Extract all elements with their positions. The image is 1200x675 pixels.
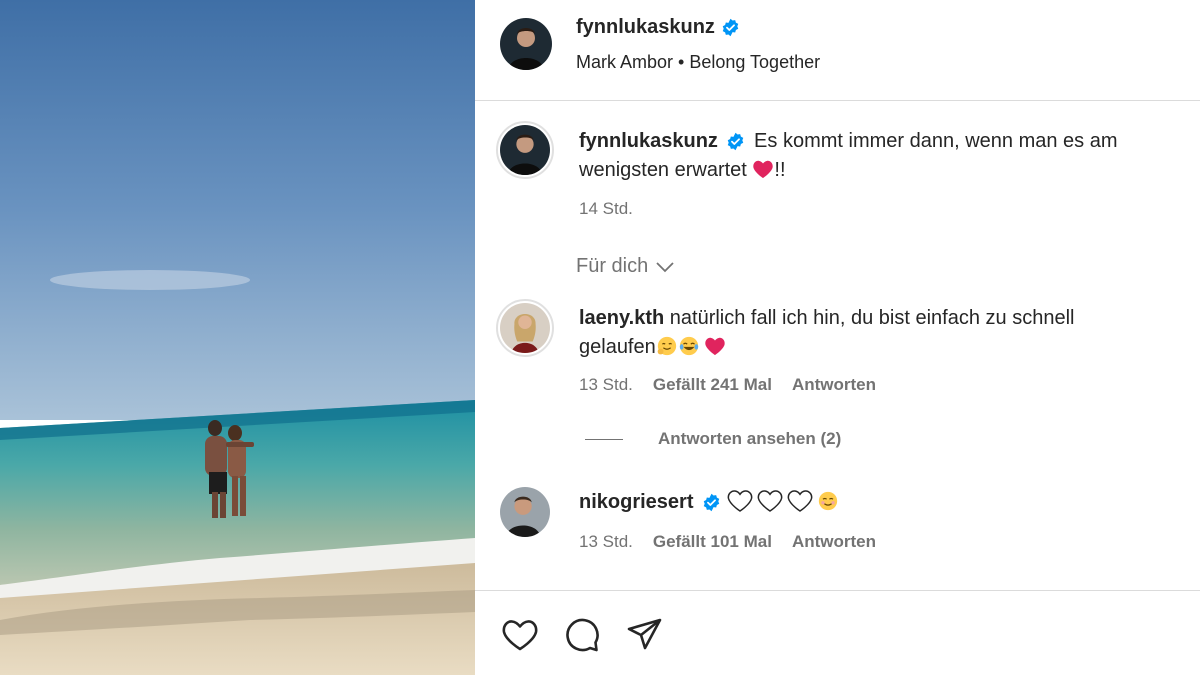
comment-meta: 13 Std. Gefällt 101 Mal Antworten: [579, 532, 876, 552]
caption-avatar[interactable]: [496, 121, 554, 179]
smiling-face-with-tear-emoji-icon: [817, 490, 839, 512]
verified-badge-icon: [726, 132, 745, 151]
post-media[interactable]: [0, 0, 475, 675]
caption-meta: 14 Std.: [579, 199, 633, 219]
divider-line: [585, 438, 623, 440]
comment-avatar[interactable]: [496, 483, 554, 541]
comments-section[interactable]: fynnlukaskunz Es kommt immer dann, wenn …: [475, 101, 1200, 590]
action-bar: [475, 590, 1200, 675]
beach-photo: [0, 0, 475, 675]
comment-text: nikogriesert: [579, 488, 1179, 517]
audio-track[interactable]: Mark Ambor • Belong Together: [576, 52, 820, 73]
reply-button[interactable]: Antworten: [792, 532, 876, 552]
white-heart-emoji-icon: [757, 489, 783, 513]
heart-outline-icon[interactable]: [500, 615, 540, 655]
comment-likes[interactable]: Gefällt 241 Mal: [653, 375, 772, 395]
comment-bubble-icon[interactable]: [562, 615, 602, 655]
comment-time: 13 Std.: [579, 532, 633, 551]
verified-badge-icon: [721, 18, 740, 37]
paper-plane-icon[interactable]: [625, 615, 665, 655]
chevron-down-icon: [656, 261, 674, 272]
red-heart-emoji-icon: [704, 336, 726, 356]
hugging-face-emoji-icon: [656, 335, 678, 357]
comment-username[interactable]: nikogriesert: [579, 491, 693, 513]
author-username[interactable]: fynnlukaskunz: [576, 16, 740, 39]
white-heart-emoji-icon: [727, 489, 753, 513]
caption-time: 14 Std.: [579, 199, 633, 218]
post-header: fynnlukaskunz Mark Ambor • Belong Togeth…: [475, 0, 1200, 101]
white-heart-emoji-icon: [787, 489, 813, 513]
red-heart-emoji-icon: [752, 159, 774, 179]
view-replies-button[interactable]: Antworten ansehen (2): [585, 429, 841, 449]
verified-badge-icon: [702, 493, 721, 512]
tears-of-joy-emoji-icon: [678, 335, 700, 357]
comment-time: 13 Std.: [579, 375, 633, 394]
caption-text: fynnlukaskunz Es kommt immer dann, wenn …: [579, 130, 1118, 181]
comment-likes[interactable]: Gefällt 101 Mal: [653, 532, 772, 552]
comment-avatar[interactable]: [496, 299, 554, 357]
comment-meta: 13 Std. Gefällt 241 Mal Antworten: [579, 375, 876, 395]
comment-sort-dropdown[interactable]: Für dich: [576, 255, 674, 278]
avatar: [500, 487, 550, 537]
caption-username[interactable]: fynnlukaskunz: [579, 130, 718, 152]
avatar: [500, 125, 550, 175]
comment-username[interactable]: laeny.kth: [579, 307, 664, 329]
avatar: [500, 303, 550, 353]
reply-button[interactable]: Antworten: [792, 375, 876, 395]
author-avatar[interactable]: [500, 18, 552, 70]
post-detail-panel: fynnlukaskunz Mark Ambor • Belong Togeth…: [475, 0, 1200, 675]
comment-text: laeny.kth natürlich fall ich hin, du bis…: [579, 307, 1075, 358]
